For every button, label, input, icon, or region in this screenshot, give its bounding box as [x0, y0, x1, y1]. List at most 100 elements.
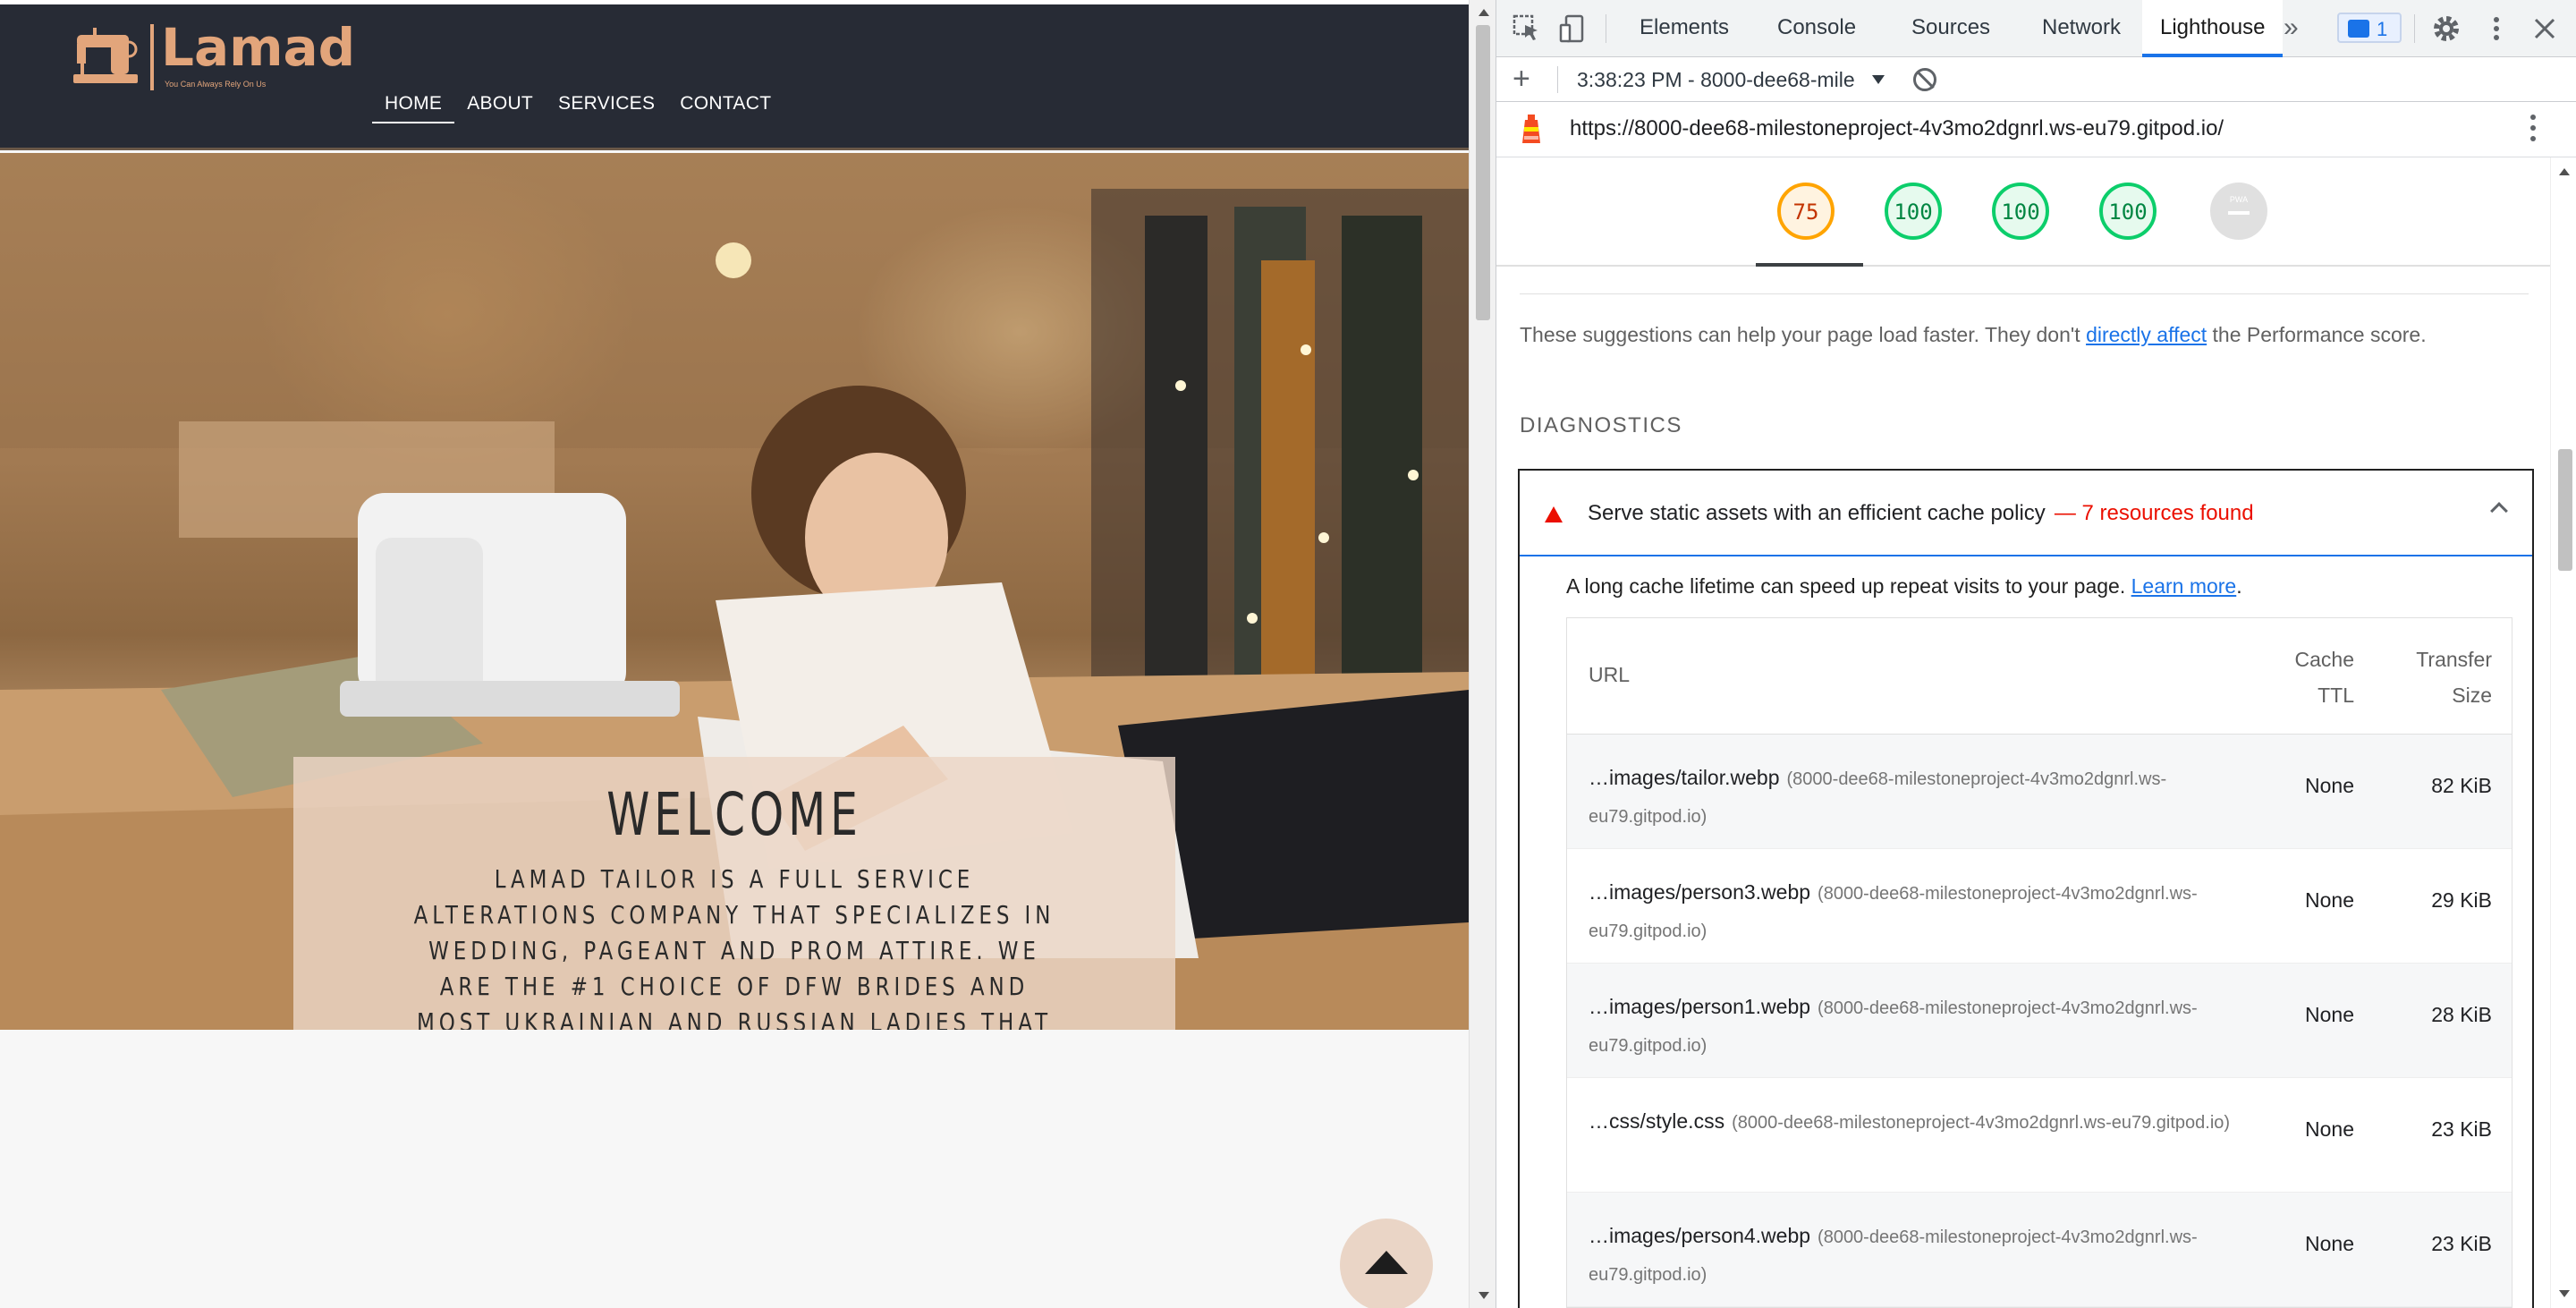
table-row: …images/person4.webp (8000-dee68-mileston…	[1567, 1193, 2512, 1307]
tab-console[interactable]: Console	[1759, 0, 1874, 57]
resource-size: 23 KiB	[2431, 1232, 2492, 1255]
resource-ttl: None	[2305, 1232, 2354, 1255]
audit-description: A long cache lifetime can speed up repea…	[1566, 574, 2242, 598]
pwa-label: PWA	[2229, 195, 2249, 204]
devtools-panel: Elements Console Sources Network Lightho…	[1496, 0, 2576, 1308]
fail-triangle-icon	[1545, 506, 1563, 522]
resource-path[interactable]: …images/person3.webp	[1589, 880, 1810, 904]
lighthouse-toolbar: + 3:38:23 PM - 8000-dee68-mile	[1496, 57, 2576, 102]
close-devtools-icon[interactable]	[2529, 13, 2561, 45]
gauge-best-practices[interactable]: 100	[1992, 183, 2049, 240]
scrollbar-thumb[interactable]	[2558, 449, 2572, 571]
more-tabs-button[interactable]: »	[2273, 0, 2309, 57]
resource-url: …images/tailor.webp (8000-dee68-milestone…	[1589, 760, 2250, 835]
audit-header[interactable]: Serve static assets with an efficient ca…	[1520, 471, 2532, 556]
gauge-pwa[interactable]: PWA	[2210, 183, 2267, 240]
table-header: URL Cache TTL Transfer Size	[1567, 618, 2512, 735]
table-row: …images/person3.webp (8000-dee68-mileston…	[1567, 849, 2512, 964]
diagnostics-heading: DIAGNOSTICS	[1520, 413, 1682, 437]
tab-separator	[2414, 14, 2415, 43]
report-menu-kebab-icon[interactable]	[2530, 115, 2536, 145]
clear-reports-icon[interactable]	[1913, 68, 1936, 91]
audit-description-text: A long cache lifetime can speed up repea…	[1566, 574, 2126, 598]
report-url[interactable]: https://8000-dee68-milestoneproject-4v3m…	[1570, 116, 2224, 141]
nav-contact[interactable]: CONTACT	[667, 89, 784, 123]
gauge-seo[interactable]: 100	[2099, 183, 2157, 240]
site-logo[interactable]: Lamad You Can Always Rely On Us	[70, 17, 355, 96]
scroll-up-arrow-icon[interactable]	[1479, 9, 1489, 16]
gauge-performance[interactable]: 75	[1777, 183, 1835, 240]
learn-more-link[interactable]: Learn more	[2131, 574, 2237, 598]
hero-caption: WELCOME Lamad Tailor is a full service a…	[293, 757, 1175, 1030]
hero-description: Lamad Tailor is a full service alteratio…	[413, 864, 1055, 1030]
lighthouse-report: 75 100 100 100 PWA These suggestions can…	[1496, 157, 2550, 1308]
directly-affect-link[interactable]: directly affect	[2086, 323, 2207, 346]
suggestions-text-after: the Performance score.	[2207, 323, 2427, 346]
audit-title: Serve static assets with an efficient ca…	[1588, 501, 2046, 525]
resource-ttl: None	[2305, 774, 2354, 797]
nav-about[interactable]: ABOUT	[454, 89, 546, 123]
dropdown-caret-icon[interactable]	[1872, 75, 1885, 84]
tab-network[interactable]: Network	[2024, 0, 2139, 57]
suggestions-note: These suggestions can help your page loa…	[1520, 323, 2427, 347]
resources-table: URL Cache TTL Transfer Size …images/tail…	[1566, 617, 2512, 1308]
resource-origin: (8000-dee68-milestoneproject-4v3mo2dgnrl…	[1732, 1113, 2231, 1133]
inspect-element-icon[interactable]	[1511, 13, 1543, 45]
report-session-select[interactable]: 3:38:23 PM - 8000-dee68-mile	[1577, 68, 1855, 92]
table-row: …images/person1.webp (8000-dee68-mileston…	[1567, 964, 2512, 1078]
resource-path[interactable]: …images/person4.webp	[1589, 1224, 1810, 1247]
resource-size: 29 KiB	[2431, 888, 2492, 912]
scroll-up-arrow-icon[interactable]	[2559, 168, 2570, 175]
lighthouse-logo-icon	[1522, 115, 1540, 143]
toolbar-separator	[1557, 66, 1558, 93]
tab-lighthouse[interactable]: Lighthouse	[2142, 0, 2284, 57]
scroll-down-arrow-icon[interactable]	[1479, 1292, 1489, 1299]
resource-path[interactable]: …css/style.css	[1589, 1109, 1724, 1133]
chevron-up-icon	[1365, 1251, 1408, 1274]
table-row: …images/tailor.webp (8000-dee68-milestone…	[1567, 735, 2512, 849]
audit-cache-policy: Serve static assets with an efficient ca…	[1518, 469, 2534, 1308]
logo-tagline: You Can Always Rely On Us	[165, 80, 267, 89]
report-scrollbar[interactable]	[2550, 157, 2576, 1308]
collapse-chevron-icon[interactable]	[2490, 502, 2508, 520]
resource-path[interactable]: …images/tailor.webp	[1589, 766, 1780, 789]
resource-ttl: None	[2305, 1003, 2354, 1026]
scroll-down-arrow-icon[interactable]	[2559, 1290, 2570, 1297]
page-scrollbar[interactable]	[1469, 0, 1496, 1308]
website-viewport: Lamad You Can Always Rely On Us HOME ABO…	[0, 0, 1469, 1308]
nav-home[interactable]: HOME	[372, 89, 455, 123]
site-header: Lamad You Can Always Rely On Us HOME ABO…	[0, 4, 1469, 150]
hero-section: WELCOME Lamad Tailor is a full service a…	[0, 153, 1469, 1030]
column-transfer-size: Transfer Size	[2416, 648, 2492, 707]
resource-size: 28 KiB	[2431, 1003, 2492, 1026]
hero-title: WELCOME	[606, 780, 862, 849]
nav-services[interactable]: SERVICES	[546, 89, 667, 123]
resource-url: …images/person1.webp (8000-dee68-mileston…	[1589, 989, 2250, 1064]
table-row: …css/style.css (8000-dee68-milestoneproje…	[1567, 1078, 2512, 1193]
audit-title-line: Serve static assets with an efficient ca…	[1588, 501, 2254, 526]
resource-url: …images/person3.webp (8000-dee68-mileston…	[1589, 874, 2250, 949]
settings-gear-icon[interactable]	[2430, 13, 2462, 45]
scroll-to-top-button[interactable]	[1340, 1219, 1433, 1308]
gauge-accessibility[interactable]: 100	[1885, 183, 1942, 240]
active-gauge-indicator	[1756, 263, 1863, 267]
resource-url: …images/person4.webp (8000-dee68-mileston…	[1589, 1218, 2250, 1293]
tab-sources[interactable]: Sources	[1894, 0, 2008, 57]
issues-count: 1	[2377, 18, 2388, 40]
resource-ttl: None	[2305, 1117, 2354, 1141]
tab-elements[interactable]: Elements	[1622, 0, 1747, 57]
new-report-button[interactable]: +	[1513, 63, 1530, 95]
issues-badge[interactable]: 1	[2337, 13, 2402, 43]
message-icon	[2348, 20, 2369, 38]
device-toolbar-icon[interactable]	[1557, 13, 1589, 45]
devtools-tab-bar: Elements Console Sources Network Lightho…	[1496, 0, 2576, 57]
more-options-kebab-icon[interactable]	[2480, 13, 2512, 45]
resource-size: 23 KiB	[2431, 1117, 2492, 1141]
section-divider	[1520, 293, 2529, 294]
suggestions-text-before: These suggestions can help your page loa…	[1520, 323, 2087, 346]
score-gauges: 75 100 100 100 PWA	[1496, 157, 2550, 267]
logo-brand: Lamad	[161, 17, 356, 78]
column-cache-ttl: Cache TTL	[2294, 648, 2354, 707]
resource-path[interactable]: …images/person1.webp	[1589, 995, 1810, 1018]
scrollbar-thumb[interactable]	[1476, 25, 1490, 320]
